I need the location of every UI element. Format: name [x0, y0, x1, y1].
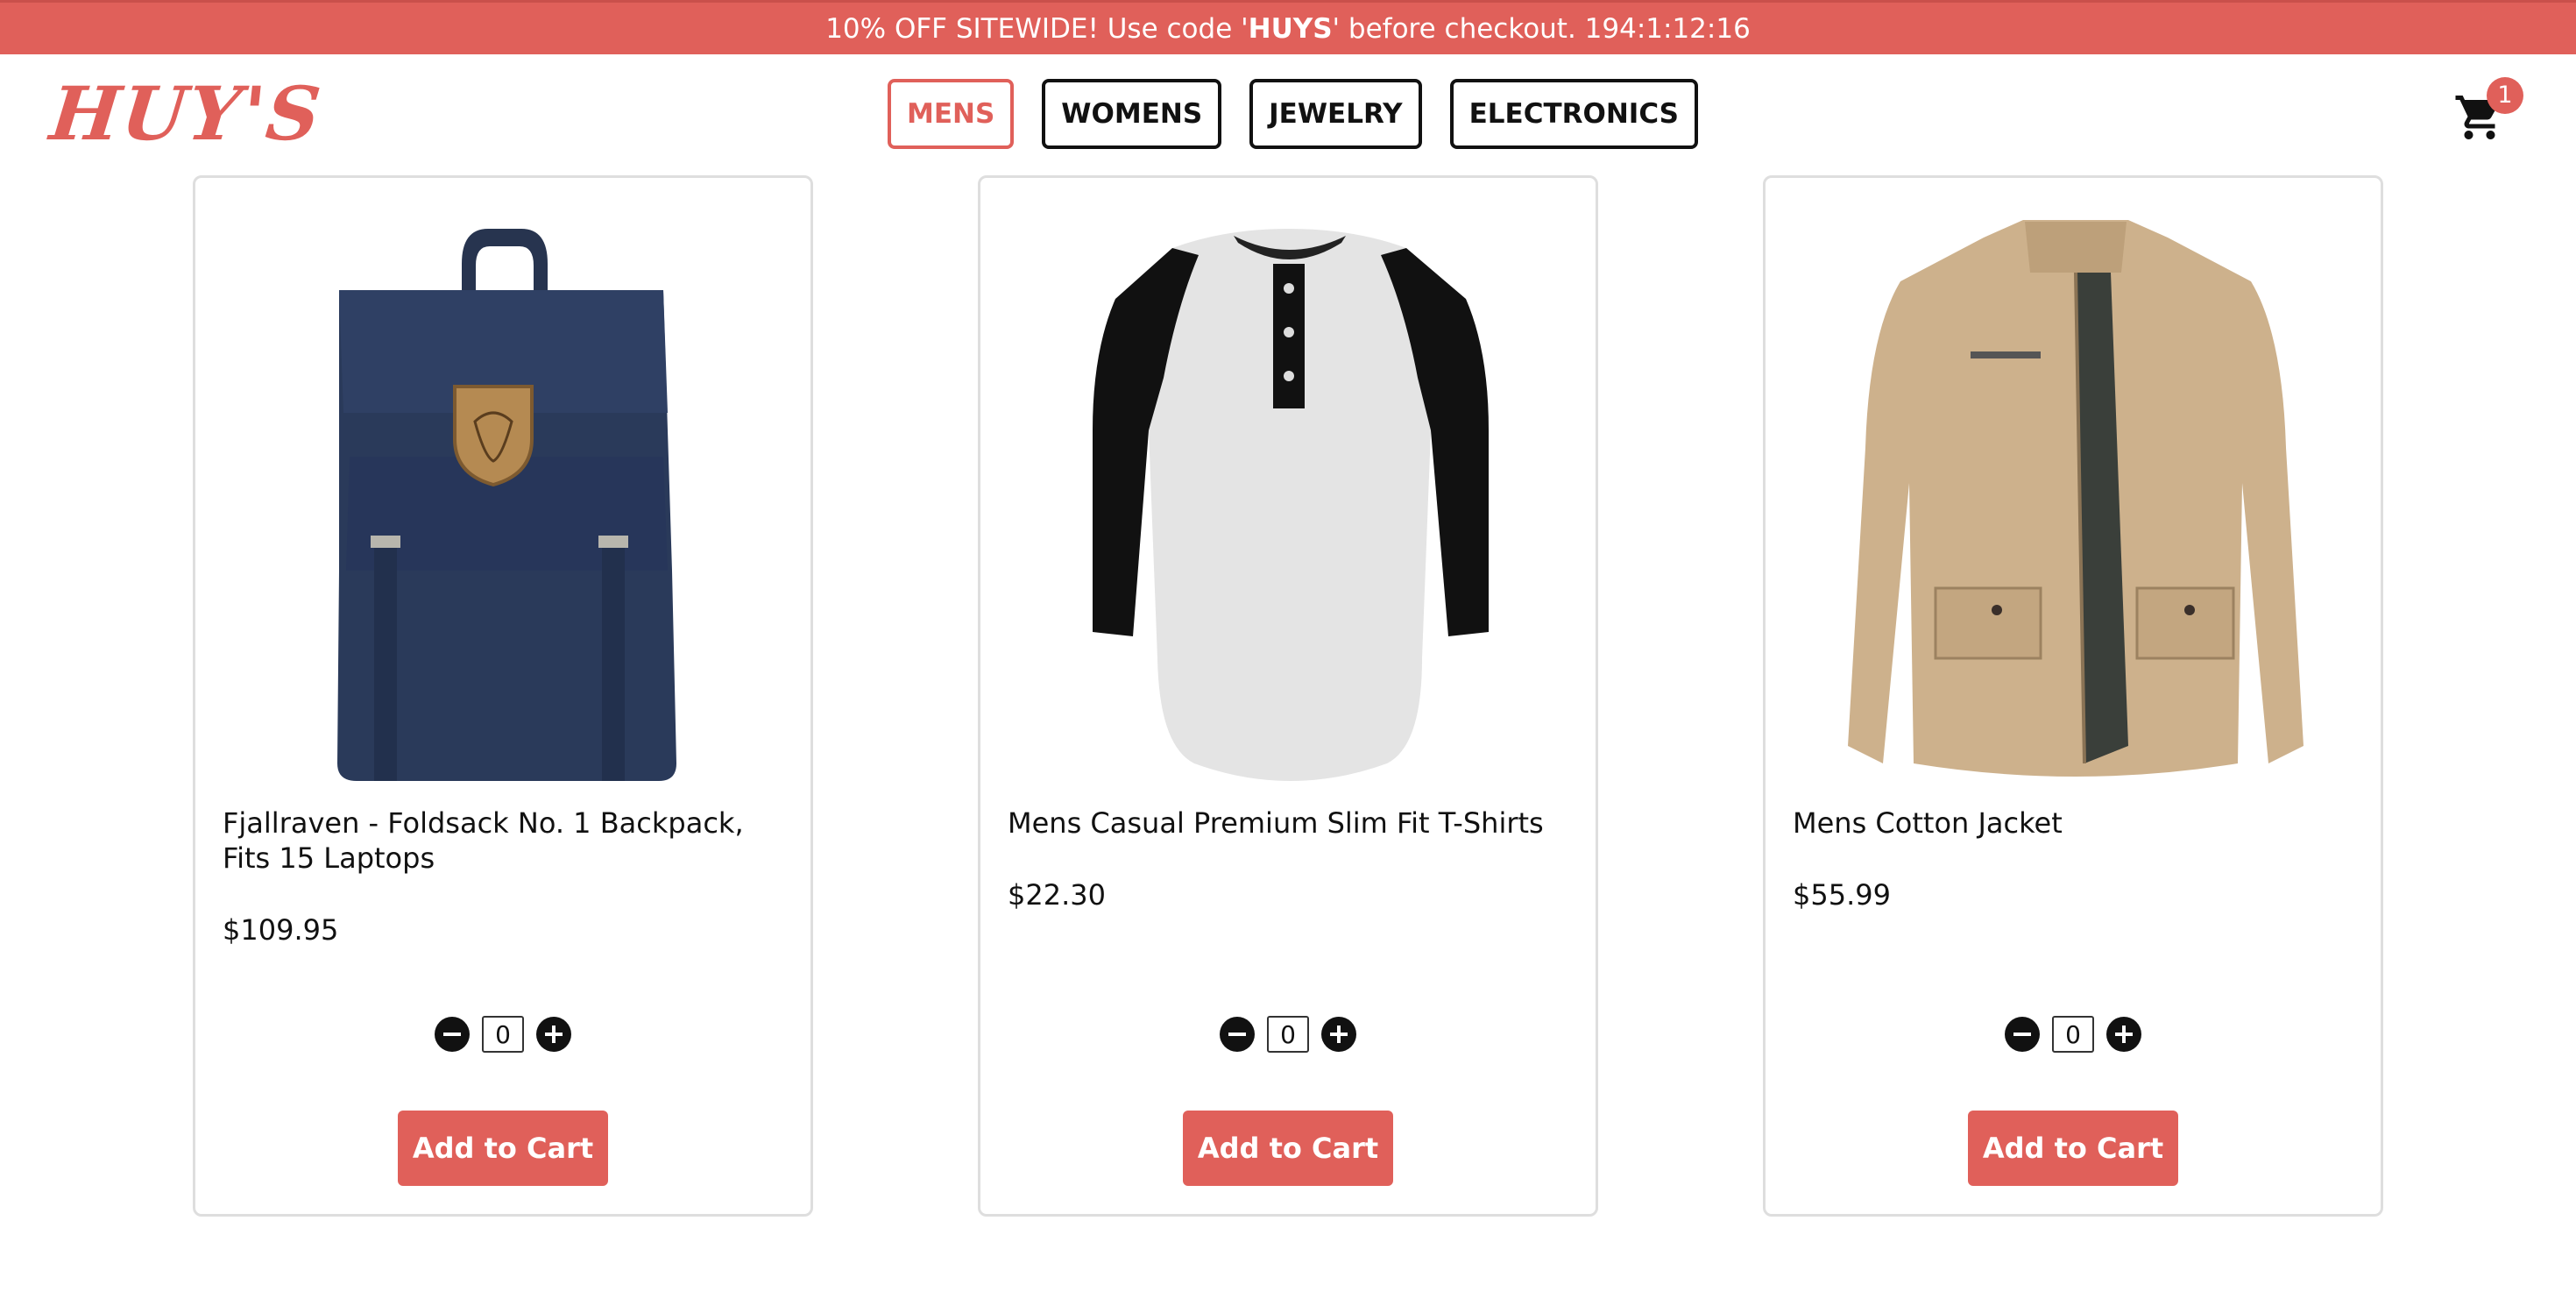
- quantity-input[interactable]: [1267, 1016, 1309, 1053]
- quantity-stepper: [1766, 1014, 2381, 1054]
- add-to-cart-button[interactable]: Add to Cart: [1968, 1111, 2178, 1186]
- product-title[interactable]: Mens Cotton Jacket: [1793, 806, 2353, 841]
- product-image-backpack[interactable]: [225, 202, 786, 798]
- site-header: HUY'S MENS WOMENS JEWELRY ELECTRONICS 1: [0, 54, 2576, 172]
- add-to-cart-button[interactable]: Add to Cart: [398, 1111, 608, 1186]
- quantity-input[interactable]: [482, 1016, 524, 1053]
- promo-text-prefix: 10% OFF SITEWIDE! Use code ': [825, 13, 1249, 45]
- product-title[interactable]: Mens Casual Premium Slim Fit T-Shirts: [1008, 806, 1568, 841]
- jacket-image: [1848, 220, 2304, 777]
- promo-banner: 10% OFF SITEWIDE! Use code 'HUYS' before…: [0, 0, 2576, 54]
- decrease-quantity-button[interactable]: [2005, 1017, 2040, 1052]
- tab-mens[interactable]: MENS: [888, 79, 1015, 149]
- quantity-input[interactable]: [2052, 1016, 2094, 1053]
- product-card: Fjallraven - Foldsack No. 1 Backpack, Fi…: [193, 175, 813, 1217]
- cart-count-badge: 1: [2487, 77, 2523, 114]
- quantity-stepper: [980, 1014, 1596, 1054]
- add-to-cart-button[interactable]: Add to Cart: [1183, 1111, 1393, 1186]
- tab-jewelry[interactable]: JEWELRY: [1249, 79, 1422, 149]
- increase-quantity-button[interactable]: [536, 1017, 571, 1052]
- decrease-quantity-button[interactable]: [435, 1017, 470, 1052]
- tab-womens[interactable]: WOMENS: [1042, 79, 1222, 149]
- product-grid: Fjallraven - Foldsack No. 1 Backpack, Fi…: [193, 175, 2383, 1218]
- product-card: Mens Casual Premium Slim Fit T-Shirts $2…: [978, 175, 1598, 1217]
- quantity-stepper: [195, 1014, 810, 1054]
- product-title[interactable]: Fjallraven - Foldsack No. 1 Backpack, Fi…: [223, 806, 783, 876]
- product-image-tshirt[interactable]: [1010, 202, 1571, 798]
- product-card: Mens Cotton Jacket $55.99 Add to Cart: [1763, 175, 2383, 1217]
- tshirt-image: [1093, 229, 1489, 781]
- decrease-quantity-button[interactable]: [1220, 1017, 1255, 1052]
- brand-logo[interactable]: HUY'S: [46, 70, 326, 158]
- cart-button[interactable]: 1: [2453, 77, 2523, 149]
- product-price: $109.95: [223, 913, 339, 947]
- product-image-jacket[interactable]: [1795, 202, 2356, 798]
- product-price: $22.30: [1008, 878, 1106, 912]
- increase-quantity-button[interactable]: [1321, 1017, 1356, 1052]
- promo-text-suffix: ' before checkout. 194:1:12:16: [1332, 13, 1751, 45]
- increase-quantity-button[interactable]: [2106, 1017, 2141, 1052]
- tab-electronics[interactable]: ELECTRONICS: [1449, 79, 1698, 149]
- category-nav: MENS WOMENS JEWELRY ELECTRONICS: [888, 79, 1698, 149]
- backpack-image: [337, 229, 676, 781]
- product-price: $55.99: [1793, 878, 1891, 912]
- promo-code: HUYS: [1248, 13, 1333, 45]
